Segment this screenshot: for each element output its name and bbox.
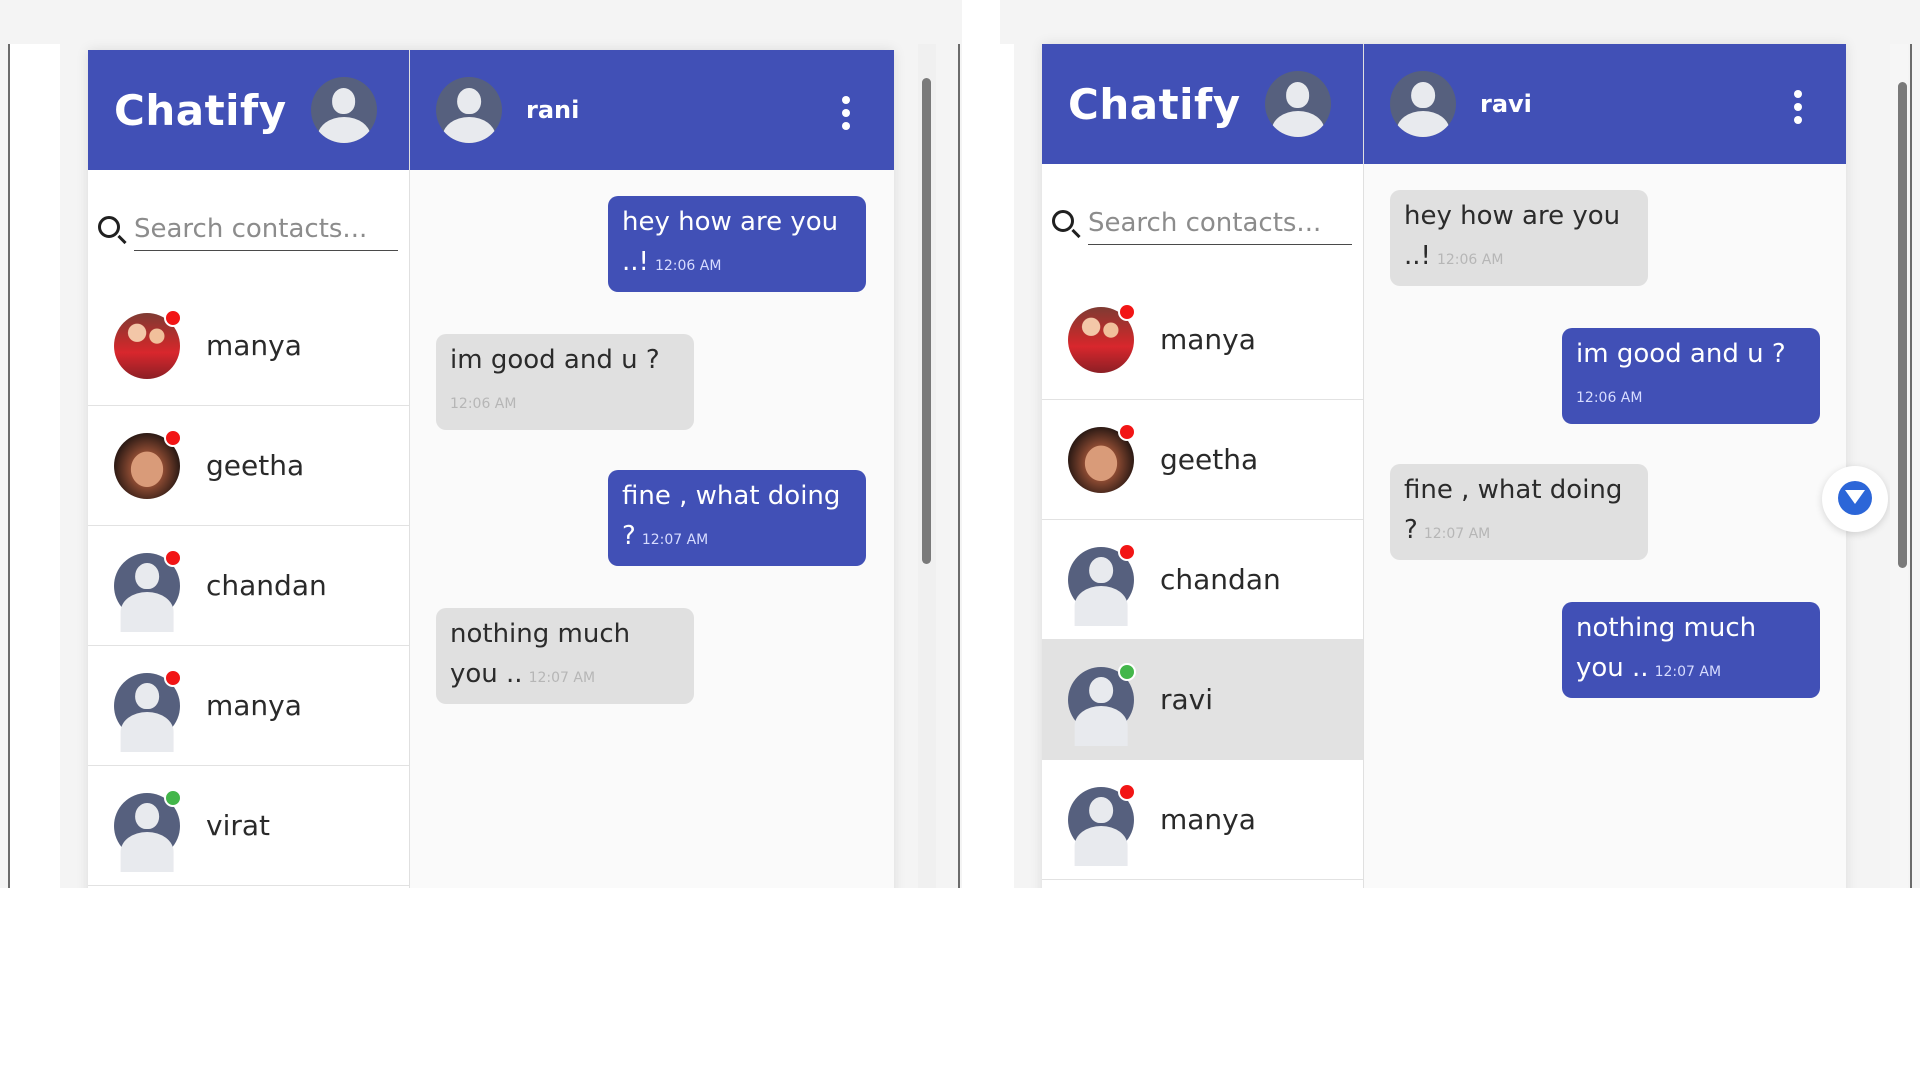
contact-item[interactable]: chandan [1042, 520, 1363, 640]
message-time: 12:06 AM [450, 396, 517, 412]
contact-name: manya [206, 329, 302, 362]
contact-item-active[interactable]: ravi [1042, 640, 1363, 760]
contact-avatar [1068, 422, 1136, 493]
user-avatar-icon [114, 548, 182, 632]
contact-item[interactable]: manya [88, 286, 409, 406]
online-status-icon [1118, 662, 1136, 681]
offline-status-icon [164, 428, 182, 447]
message-time: 12:06 AM [654, 258, 722, 274]
message-time: 12:07 AM [641, 532, 709, 548]
offline-status-icon [164, 308, 182, 327]
message-bubble-sent: fine , what doing ? 12:07 AM [608, 470, 866, 566]
brand-header: Chatify [88, 50, 409, 170]
search-input[interactable] [134, 208, 398, 251]
offline-status-icon [164, 668, 182, 687]
app-title: Chatify [1068, 79, 1241, 129]
user-avatar-icon [1068, 782, 1136, 866]
message-bubble-received: fine , what doing ? 12:07 AM [1390, 464, 1648, 560]
search-box [1042, 164, 1363, 280]
offline-status-icon [1118, 302, 1136, 321]
chatify-app-right: Chatify manya geetha chandan ravi [1042, 44, 1846, 888]
contact-avatar [114, 308, 182, 379]
contact-item[interactable]: manya [1042, 760, 1363, 880]
page-gutter-left [10, 44, 60, 888]
contact-avatar [114, 428, 182, 499]
offline-status-icon [164, 548, 182, 567]
message-text: im good and u ? [450, 345, 660, 375]
search-input[interactable] [1088, 202, 1352, 245]
contact-item[interactable]: geetha [1042, 400, 1363, 520]
brand-header: Chatify [1042, 44, 1363, 164]
search-box [88, 170, 409, 286]
app-title: Chatify [114, 85, 287, 135]
contact-item[interactable]: chandan [88, 526, 409, 646]
chat-header: rani [410, 50, 894, 170]
offline-status-icon [1118, 782, 1136, 801]
right-browser-window: Chatify manya geetha chandan ravi [1000, 0, 1920, 888]
chat-contact-name: rani [526, 96, 580, 124]
contact-name: manya [206, 689, 302, 722]
more-options-icon[interactable] [842, 96, 850, 130]
contact-name: chandan [206, 569, 327, 602]
online-status-icon [164, 788, 182, 807]
contacts-sidebar: Chatify manya geetha chandan manya [88, 50, 410, 888]
profile-avatar-icon[interactable] [310, 77, 377, 143]
message-bubble-received: nothing much you .. 12:07 AM [436, 608, 694, 704]
scrollbar[interactable] [918, 44, 936, 888]
chat-user-avatar-icon [1390, 71, 1456, 137]
contact-item[interactable]: geetha [88, 406, 409, 526]
message-bubble-sent: hey how are you ..! 12:06 AM [608, 196, 866, 292]
contacts-sidebar: Chatify manya geetha chandan ravi [1042, 44, 1364, 888]
contact-name: chandan [1160, 563, 1281, 596]
message-text: im good and u ? [1576, 339, 1786, 369]
contact-item[interactable]: virat [88, 766, 409, 886]
contact-name: manya [1160, 803, 1256, 836]
message-bubble-received: im good and u ? 12:06 AM [436, 334, 694, 430]
message-time: 12:07 AM [1654, 664, 1722, 680]
message-time: 12:07 AM [1423, 526, 1491, 542]
contact-name: virat [206, 809, 270, 842]
user-avatar-icon [114, 668, 182, 752]
user-avatar-icon [1068, 662, 1136, 746]
search-icon [98, 216, 120, 238]
search-icon [1052, 210, 1074, 232]
window-border-right [958, 44, 960, 888]
contact-name: ravi [1160, 683, 1214, 716]
user-avatar-icon [114, 788, 182, 872]
contact-name: geetha [1160, 443, 1259, 476]
message-bubble-received: hey how are you ..! 12:06 AM [1390, 190, 1648, 286]
message-bubble-sent: nothing much you .. 12:07 AM [1562, 602, 1820, 698]
offline-status-icon [1118, 542, 1136, 561]
message-time: 12:06 AM [1576, 390, 1643, 406]
chat-panel: rani hey how are you ..! 12:06 AM im good… [410, 50, 894, 888]
browser-extension-icon[interactable] [1822, 466, 1888, 532]
user-avatar-icon [1068, 542, 1136, 626]
profile-avatar-icon[interactable] [1264, 71, 1331, 137]
contact-avatar [1068, 302, 1136, 373]
message-time: 12:06 AM [1436, 252, 1504, 268]
chat-header: ravi [1364, 44, 1846, 164]
contact-name: manya [1160, 323, 1256, 356]
contact-name: geetha [206, 449, 305, 482]
scrollbar-thumb[interactable] [922, 78, 931, 564]
contact-item[interactable]: manya [88, 646, 409, 766]
chatify-app-left: Chatify manya geetha chandan manya [88, 50, 894, 888]
left-browser-window: Chatify manya geetha chandan manya [0, 0, 962, 888]
message-bubble-sent: im good and u ? 12:06 AM [1562, 328, 1820, 424]
window-border-right [1910, 44, 1912, 888]
offline-status-icon [1118, 422, 1136, 441]
chat-user-avatar-icon [436, 77, 502, 143]
chat-contact-name: ravi [1480, 90, 1532, 118]
message-time: 12:07 AM [528, 670, 596, 686]
chat-panel: ravi hey how are you ..! 12:06 AM im good… [1364, 44, 1846, 888]
contact-item[interactable]: manya [1042, 280, 1363, 400]
more-options-icon[interactable] [1794, 90, 1802, 124]
scrollbar[interactable] [1890, 44, 1908, 888]
page-gutter-left [1000, 44, 1014, 888]
scrollbar-thumb[interactable] [1898, 82, 1907, 568]
